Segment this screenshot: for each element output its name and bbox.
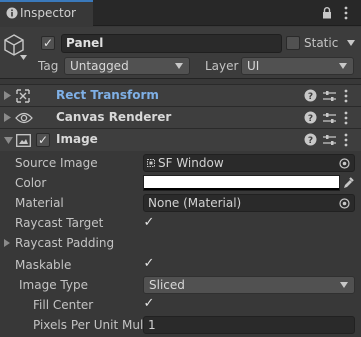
alpha-bar	[144, 188, 339, 190]
fill-center-label: Fill Center	[33, 298, 94, 312]
pixels-per-unit-label: Pixels Per Unit Mult	[33, 318, 143, 332]
fill-center-checkbox[interactable]: ✓	[143, 297, 155, 310]
sprite-icon	[147, 159, 155, 167]
presets-icon[interactable]	[323, 112, 336, 124]
fold-down-icon[interactable]	[4, 137, 13, 144]
more-options-icon[interactable]	[344, 89, 348, 103]
presets-icon[interactable]	[323, 134, 336, 146]
rect-transform-icon	[16, 89, 30, 103]
help-icon[interactable]: ?	[304, 111, 317, 124]
more-options-icon[interactable]	[344, 6, 348, 20]
image-enabled-checkbox[interactable]: ✓	[36, 133, 50, 147]
image-type-label: Image Type	[19, 278, 88, 292]
object-picker-icon[interactable]	[339, 198, 350, 209]
chevron-down-icon[interactable]	[347, 40, 355, 46]
maskable-label: Maskable	[15, 258, 72, 272]
tab-inspector[interactable]: Inspector	[0, 0, 93, 26]
more-options-icon[interactable]	[344, 111, 348, 125]
chevron-down-icon	[175, 63, 183, 69]
layer-value: UI	[247, 59, 260, 73]
component-title: Image	[56, 132, 98, 146]
fold-right-icon[interactable]	[4, 91, 11, 100]
svg-text:?: ?	[308, 92, 313, 102]
presets-icon[interactable]	[323, 90, 336, 102]
component-canvas-renderer[interactable]: Canvas Renderer ?	[0, 106, 361, 128]
tab-label: Inspector	[20, 6, 76, 20]
tab-bar: Inspector	[0, 0, 361, 26]
help-icon[interactable]: ?	[304, 133, 317, 146]
material-value: None (Material)	[148, 196, 242, 210]
material-field[interactable]: None (Material)	[143, 194, 355, 212]
chevron-down-icon[interactable]	[20, 55, 27, 60]
layer-label: Layer	[205, 59, 239, 73]
component-rect-transform[interactable]: Rect Transform ?	[0, 84, 361, 106]
tag-value: Untagged	[70, 59, 129, 73]
static-checkbox[interactable]	[286, 36, 300, 50]
color-swatch[interactable]	[143, 175, 340, 191]
source-image-field[interactable]: SF Window	[143, 154, 355, 172]
eye-icon	[15, 112, 33, 124]
tag-label: Tag	[38, 59, 59, 73]
info-icon	[6, 7, 18, 19]
more-options-icon[interactable]	[344, 133, 348, 147]
maskable-checkbox[interactable]: ✓	[143, 257, 155, 270]
chevron-down-icon	[340, 282, 348, 288]
color-label: Color	[15, 176, 47, 190]
svg-text:?: ?	[308, 136, 313, 146]
component-image[interactable]: ✓ Image ?	[0, 128, 361, 151]
fold-right-icon[interactable]	[4, 113, 11, 122]
tag-dropdown[interactable]: Untagged	[64, 57, 190, 75]
chevron-down-icon	[339, 63, 347, 69]
pixels-per-unit-value: 1	[148, 318, 156, 332]
static-label: Static	[304, 36, 339, 50]
layer-dropdown[interactable]: UI	[241, 57, 354, 75]
gameobject-active-checkbox[interactable]: ✓	[41, 36, 55, 50]
image-type-value: Sliced	[149, 278, 185, 292]
gameobject-name-field[interactable]: Panel	[61, 34, 282, 53]
raycast-target-label: Raycast Target	[15, 216, 104, 230]
raycast-padding-label[interactable]: Raycast Padding	[15, 236, 114, 250]
image-type-dropdown[interactable]: Sliced	[143, 276, 355, 294]
component-title: Rect Transform	[56, 88, 159, 102]
object-picker-icon[interactable]	[339, 158, 350, 169]
component-title: Canvas Renderer	[56, 110, 172, 124]
lock-icon[interactable]	[322, 7, 332, 19]
fold-right-icon[interactable]	[4, 239, 10, 247]
eyedropper-icon[interactable]	[343, 177, 354, 189]
help-icon[interactable]: ?	[304, 89, 317, 102]
source-image-label: Source Image	[15, 156, 98, 170]
raycast-target-checkbox[interactable]: ✓	[143, 216, 155, 229]
source-image-value: SF Window	[158, 156, 224, 170]
gameobject-cube-icon[interactable]	[4, 34, 24, 56]
svg-text:?: ?	[308, 114, 313, 124]
material-label: Material	[15, 196, 64, 210]
pixels-per-unit-field[interactable]: 1	[143, 316, 355, 334]
image-icon	[16, 134, 31, 147]
